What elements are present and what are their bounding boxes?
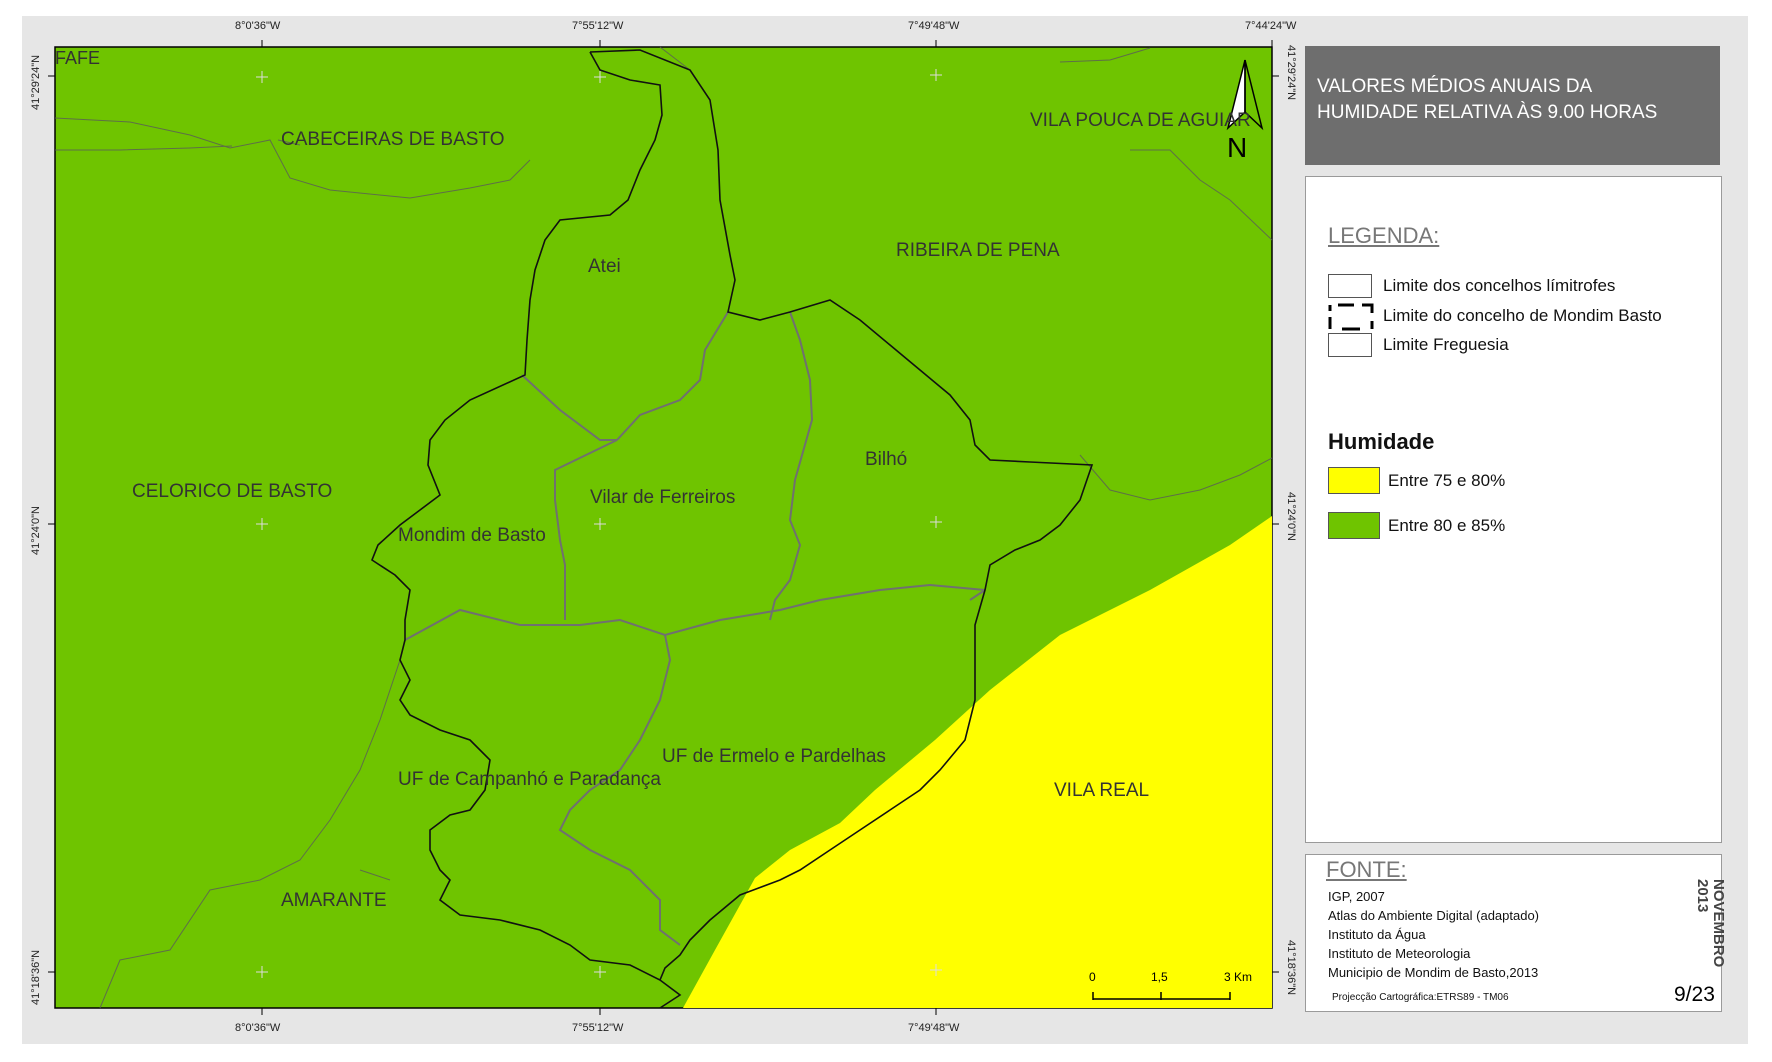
legend-swatch-80-85 xyxy=(1328,512,1380,539)
source-line-1: IGP, 2007 xyxy=(1328,889,1385,904)
legend-item-freguesia: Limite Freguesia xyxy=(1383,335,1509,354)
coord-top-4: 7°44'24"W xyxy=(1245,20,1297,32)
page-number: 9/23 xyxy=(1674,983,1715,1006)
legend-class-80-85: Entre 80 e 85% xyxy=(1388,516,1506,535)
map-title-line2: HUMIDADE RELATIVA ÀS 9.00 HORAS xyxy=(1317,102,1658,123)
coord-bottom-3: 7°49'48"W xyxy=(908,1022,960,1034)
label-campanho: UF de Campanhó e Paradança xyxy=(398,769,661,790)
coord-right-3: 41°18'36"N xyxy=(1285,940,1297,996)
legend-swatch-freguesia xyxy=(1328,333,1372,357)
source-date: NOVEMBRO 2013 xyxy=(1694,879,1727,968)
map-title-box: VALORES MÉDIOS ANUAIS DA HUMIDADE RELATI… xyxy=(1305,46,1720,165)
coord-left-3: 41°18'36"N xyxy=(30,949,42,1005)
north-label: N xyxy=(1227,132,1248,163)
legend-swatch-concelhos xyxy=(1328,274,1372,298)
label-cabeceiras: CABECEIRAS DE BASTO xyxy=(281,129,505,150)
scale-label-2: 3 Km xyxy=(1224,970,1253,984)
legend-item-mondim: Limite do concelho de Mondim Basto xyxy=(1383,306,1662,325)
coord-bottom-1: 8°0'36"W xyxy=(235,1022,281,1034)
legend-swatch-75-80 xyxy=(1328,467,1380,494)
map-title-line1: VALORES MÉDIOS ANUAIS DA xyxy=(1317,76,1593,97)
legend-heading: LEGENDA: xyxy=(1328,223,1440,248)
scale-label-1: 1,5 xyxy=(1151,970,1168,984)
legend-swatch-mondim xyxy=(1328,303,1374,331)
label-vila-pouca: VILA POUCA DE AGUIAR xyxy=(1030,110,1251,131)
label-ermelo: UF de Ermelo e Pardelhas xyxy=(662,746,886,767)
scale-label-0: 0 xyxy=(1089,970,1096,984)
label-vila-real: VILA REAL xyxy=(1054,780,1150,801)
source-heading: FONTE: xyxy=(1326,857,1407,882)
coord-right-1: 41°29'24"N xyxy=(1285,45,1297,101)
label-atei: Atei xyxy=(588,256,621,277)
label-bilho: Bilhó xyxy=(865,449,908,470)
source-box: FONTE: IGP, 2007 Atlas do Ambiente Digit… xyxy=(1305,854,1727,1012)
source-projection: Projecção Cartográfica:ETRS89 - TM06 xyxy=(1332,992,1509,1003)
coord-bottom-2: 7°55'12"W xyxy=(572,1022,624,1034)
source-line-2: Atlas do Ambiente Digital (adaptado) xyxy=(1328,908,1540,923)
legend-class-75-80: Entre 75 e 80% xyxy=(1388,471,1506,490)
coord-left-2: 41°24'0"N xyxy=(30,506,42,555)
coord-right-2: 41°24'0"N xyxy=(1285,492,1297,541)
coord-left-1: 41°29'24"N xyxy=(30,54,42,110)
label-celorico: CELORICO DE BASTO xyxy=(132,481,333,502)
legend-humidity-title: Humidade xyxy=(1328,429,1435,454)
legend-box: LEGENDA: Limite dos concelhos límitrofes… xyxy=(1305,176,1722,843)
legend-item-concelhos: Limite dos concelhos límitrofes xyxy=(1383,276,1616,295)
source-line-5: Municipio de Mondim de Basto,2013 xyxy=(1328,965,1539,980)
source-line-4: Instituto de Meteorologia xyxy=(1328,946,1471,961)
label-ribeira: RIBEIRA DE PENA xyxy=(896,240,1060,261)
label-amarante: AMARANTE xyxy=(281,890,387,911)
source-line-3: Instituto da Água xyxy=(1328,927,1426,942)
label-fafe: FAFE xyxy=(55,48,101,68)
label-vilar: Vilar de Ferreiros xyxy=(590,487,736,508)
label-mondim: Mondim de Basto xyxy=(398,525,546,546)
coord-top-3: 7°49'48"W xyxy=(908,20,960,32)
coord-top-2: 7°55'12"W xyxy=(572,20,624,32)
coord-top-1: 8°0'36"W xyxy=(235,20,281,32)
